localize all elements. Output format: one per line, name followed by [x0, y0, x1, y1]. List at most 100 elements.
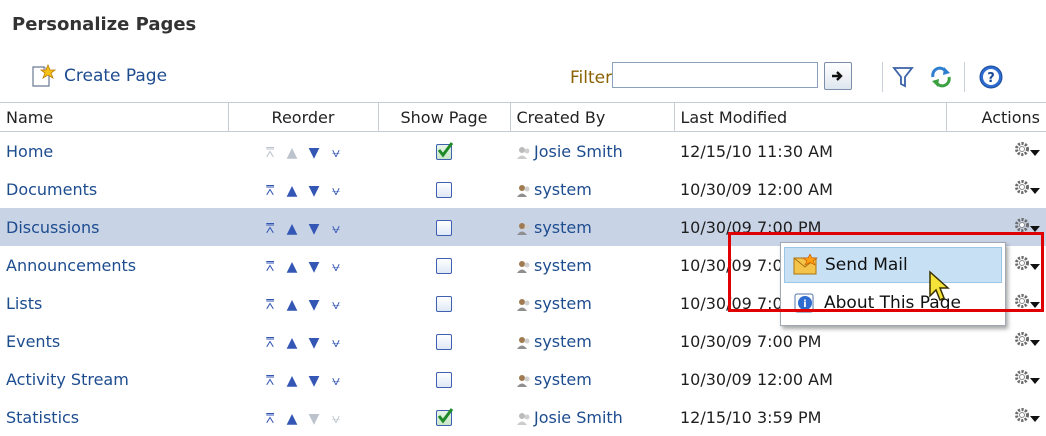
move-up-icon[interactable]: ▲: [283, 411, 301, 427]
move-top-icon[interactable]: ⩞: [261, 411, 279, 427]
table-row[interactable]: Documents ⩞ ▲ ▼ ⩝ system 10/30/09 12:00 AM: [0, 170, 1046, 208]
move-down-icon[interactable]: ▼: [305, 259, 323, 275]
show-page-checkbox[interactable]: [436, 334, 452, 350]
move-down-icon[interactable]: ▼: [305, 221, 323, 237]
reorder-cell: ⩞ ▲ ▼ ⩝: [228, 208, 378, 246]
page-name-cell: Documents: [0, 170, 228, 208]
filter-funnel-icon[interactable]: [888, 62, 918, 92]
reorder-cell: ⩞ ▲ ▼ ⩝: [228, 360, 378, 398]
move-top-icon[interactable]: ⩞: [261, 183, 279, 199]
move-up-icon[interactable]: ▲: [283, 183, 301, 199]
page-name-link[interactable]: Events: [6, 332, 60, 351]
move-top-icon[interactable]: ⩞: [261, 259, 279, 275]
show-page-checkbox[interactable]: [436, 408, 453, 426]
move-bottom-icon[interactable]: ⩝: [327, 335, 345, 351]
page-name-link[interactable]: Lists: [6, 294, 42, 313]
move-bottom-icon[interactable]: ⩝: [327, 221, 345, 237]
last-modified-cell: 10/30/09 12:00 AM: [680, 179, 833, 199]
table-row[interactable]: Home ⩞ ▲ ▼ ⩝ Josie Smith 12/15/10 11:30 AM: [0, 132, 1046, 171]
move-bottom-icon[interactable]: ⩝: [327, 183, 345, 199]
show-page-checkbox[interactable]: [436, 220, 452, 236]
move-bottom-icon[interactable]: ⩝: [327, 297, 345, 313]
page-name-link[interactable]: Statistics: [6, 408, 79, 427]
gear-icon: [1014, 179, 1030, 199]
column-header-actions[interactable]: Actions: [946, 102, 1046, 132]
move-bottom-icon[interactable]: ⩝: [327, 373, 345, 389]
move-top-icon[interactable]: ⩞: [261, 297, 279, 313]
reorder-cell: ⩞ ▲ ▼ ⩝: [228, 246, 378, 284]
page-name-link[interactable]: Home: [6, 142, 53, 161]
actions-menu-button[interactable]: [1014, 141, 1040, 161]
chevron-down-icon: [1030, 142, 1040, 161]
move-up-icon[interactable]: ▲: [283, 373, 301, 389]
created-by-cell: system: [510, 208, 674, 246]
created-by-link[interactable]: system: [534, 180, 592, 199]
show-page-cell: [378, 284, 510, 322]
page-name-link[interactable]: Discussions: [6, 218, 99, 237]
created-by-link[interactable]: system: [534, 332, 592, 351]
created-by-link[interactable]: system: [534, 294, 592, 313]
page-name-cell: Activity Stream: [0, 360, 228, 398]
move-top-icon[interactable]: ⩞: [261, 221, 279, 237]
move-down-icon[interactable]: ▼: [305, 335, 323, 351]
table-row[interactable]: Events ⩞ ▲ ▼ ⩝ system 10/30/09 7:00 PM: [0, 322, 1046, 360]
move-bottom-icon[interactable]: ⩝: [327, 259, 345, 275]
created-by-link[interactable]: Josie Smith: [534, 408, 623, 427]
created-by-link[interactable]: system: [534, 370, 592, 389]
column-header-name[interactable]: Name: [0, 102, 229, 132]
table-header-row: Name Reorder Show Page Created By Last M…: [0, 102, 1046, 132]
arrow-right-icon: [832, 71, 843, 81]
last-modified-cell: 10/30/09 7:00 PM: [680, 331, 822, 351]
create-page-button[interactable]: Create Page: [30, 63, 167, 88]
reorder-cell: ⩞ ▲ ▼ ⩝: [228, 170, 378, 208]
table-row[interactable]: Activity Stream ⩞ ▲ ▼ ⩝ system 10/30/09 12:00 …: [0, 360, 1046, 398]
actions-menu-button[interactable]: [1014, 369, 1040, 389]
page-name-link[interactable]: Documents: [6, 180, 97, 199]
move-down-icon[interactable]: ▼: [305, 145, 323, 161]
table-row[interactable]: Statistics ⩞ ▲ ▼ ⩝ Josie Smith 12/15/10 3:59 P…: [0, 398, 1046, 436]
show-page-cell: [378, 208, 510, 246]
move-down-icon[interactable]: ▼: [305, 373, 323, 389]
move-top-icon[interactable]: ⩞: [261, 373, 279, 389]
filter-go-button[interactable]: [824, 62, 852, 90]
show-page-checkbox[interactable]: [436, 258, 452, 274]
move-top-icon[interactable]: ⩞: [261, 335, 279, 351]
move-bottom-icon: ⩝: [332, 410, 340, 427]
show-page-cell: [378, 322, 510, 360]
filter-input[interactable]: [612, 62, 818, 88]
actions-cell: [946, 132, 1046, 171]
show-page-checkbox[interactable]: [436, 372, 452, 388]
column-header-created-by[interactable]: Created By: [510, 102, 675, 132]
reorder-cell: ⩞ ▲ ▼ ⩝: [228, 284, 378, 322]
move-up-icon[interactable]: ▲: [283, 335, 301, 351]
page-name-link[interactable]: Announcements: [6, 256, 136, 275]
move-bottom-icon[interactable]: ⩝: [327, 145, 345, 161]
move-up-icon[interactable]: ▲: [283, 259, 301, 275]
actions-menu-button[interactable]: [1014, 331, 1040, 351]
show-page-cell: [378, 360, 510, 398]
refresh-icon[interactable]: [926, 62, 956, 92]
created-by-link[interactable]: system: [534, 218, 592, 237]
show-page-cell: [378, 170, 510, 208]
actions-menu-button[interactable]: [1014, 407, 1040, 427]
page-name-cell: Lists: [0, 284, 228, 322]
user-icon: [516, 373, 532, 387]
actions-menu-button[interactable]: [1014, 179, 1040, 199]
column-header-last-modified[interactable]: Last Modified: [674, 102, 947, 132]
move-up-icon[interactable]: ▲: [283, 297, 301, 313]
show-page-checkbox[interactable]: [436, 142, 453, 160]
move-down-icon[interactable]: ▼: [305, 297, 323, 313]
move-up-icon[interactable]: ▲: [283, 221, 301, 237]
help-icon[interactable]: ?: [976, 62, 1006, 92]
show-page-checkbox[interactable]: [436, 296, 452, 312]
column-header-reorder[interactable]: Reorder: [228, 102, 379, 132]
created-by-link[interactable]: Josie Smith: [534, 142, 623, 161]
last-modified-cell: 12/15/10 11:30 AM: [680, 141, 833, 161]
column-header-show-page[interactable]: Show Page: [378, 102, 511, 132]
created-by-link[interactable]: system: [534, 256, 592, 275]
show-page-checkbox[interactable]: [436, 182, 452, 198]
chevron-down-icon: [1030, 370, 1040, 389]
page-name-link[interactable]: Activity Stream: [6, 370, 129, 389]
highlight-annotation-box: [728, 232, 1044, 312]
move-down-icon[interactable]: ▼: [305, 183, 323, 199]
